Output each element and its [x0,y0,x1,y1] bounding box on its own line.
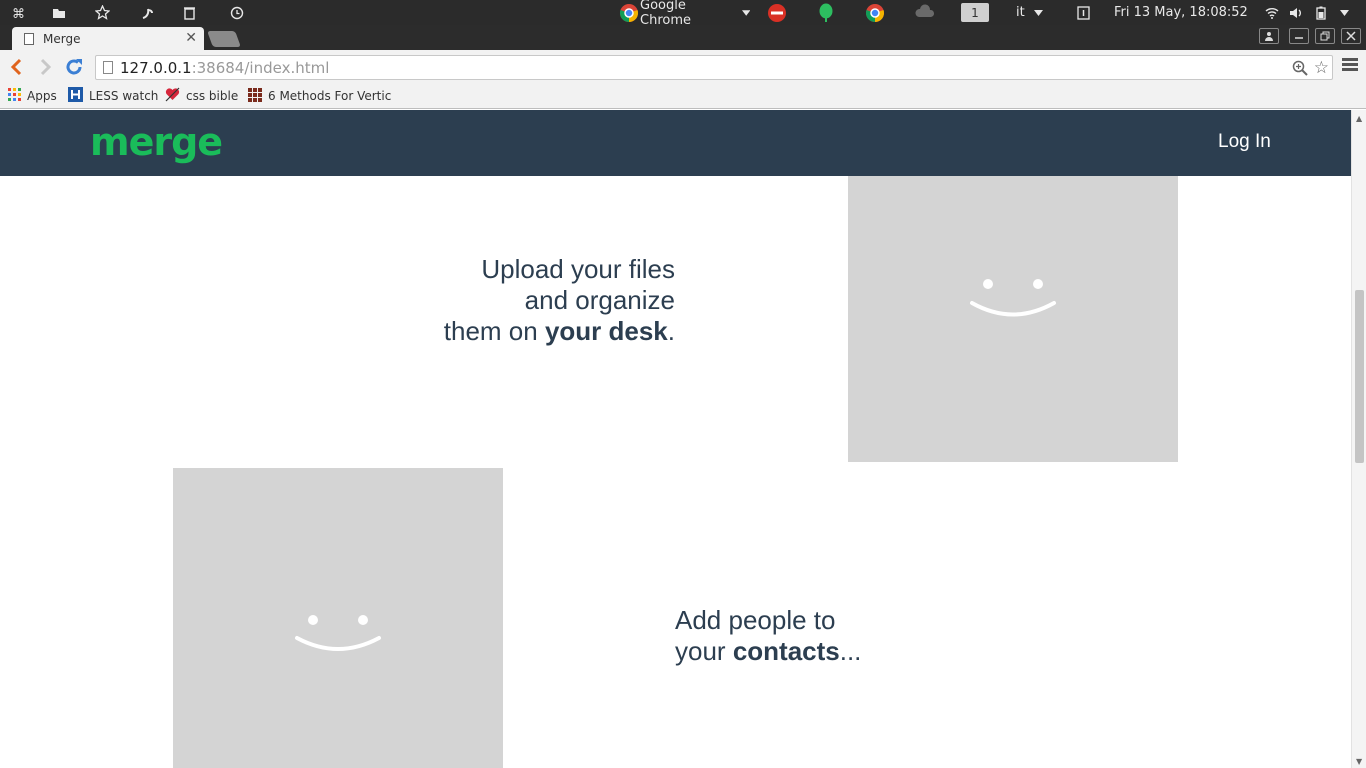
url-host: 127.0.0.1 [120,59,192,77]
site-logo[interactable]: merge [90,120,223,164]
active-app-menu[interactable]: Google Chrome [640,0,750,28]
active-app-label: Google Chrome [640,0,691,28]
chevron-down-icon [1033,9,1043,16]
battery-icon[interactable] [1314,3,1328,22]
star-icon[interactable] [94,3,110,22]
login-link[interactable]: Log In [1218,131,1271,153]
url-path: :38684/index.html [191,59,330,77]
url-text: 127.0.0.1:38684/index.html [120,59,329,77]
feature-emphasis: your desk [544,316,668,346]
os-top-panel: ⌘ Google Chrome 1 it Fri 13 May, 18:08:5… [0,0,1366,28]
feature-text-prefix: your [675,636,733,666]
volume-icon[interactable] [1288,3,1304,22]
image-placeholder [848,176,1178,462]
evernote-leaf-icon[interactable] [816,3,836,22]
workspace-indicator[interactable]: 1 [961,3,989,22]
scroll-up-icon[interactable]: ▲ [1356,114,1362,123]
chrome-menu-icon[interactable] [1342,58,1358,73]
bookmark-apps[interactable]: Apps [8,87,57,105]
command-icon[interactable]: ⌘ [10,3,26,22]
feature-line: them on your desk. [380,316,675,347]
vertical-scrollbar[interactable]: ▲ ▼ [1351,110,1366,768]
restore-icon[interactable] [1315,28,1335,44]
bookmark-label: Apps [27,89,57,103]
feature-upload-text: Upload your files and organize them on y… [380,254,675,347]
grid-favicon-icon [248,87,262,105]
new-tab-button[interactable] [207,31,241,47]
minimize-icon[interactable] [1289,28,1309,44]
site-header: merge Log In [0,110,1351,176]
chrome-logo-icon [618,3,640,22]
language-label: it [1016,5,1025,20]
feature-text-suffix: ... [839,636,862,666]
smiley-icon [295,615,381,651]
svg-text:⌘: ⌘ [12,7,25,20]
bookmark-label: css bible [186,89,239,103]
heart-icon [165,87,180,105]
chevron-down-icon [741,9,750,16]
bookmark-css-bible[interactable]: css bible [165,87,238,105]
feature-text-suffix: . [667,316,675,346]
bookmarks-bar: Apps LESS watch css bible 6 Methods For … [0,84,1366,109]
image-placeholder [173,468,503,768]
profile-icon[interactable] [1259,28,1279,44]
feature-emphasis: contacts [732,636,840,666]
page-favicon-icon [24,32,34,45]
system-menu-chevron-icon[interactable] [1338,3,1350,22]
smiley-icon [970,279,1056,317]
folder-icon[interactable] [51,3,67,22]
gnome-foot-icon[interactable] [139,3,155,22]
feature-text-prefix: them on [443,316,545,346]
notes-icon[interactable] [1075,3,1091,22]
clock-icon[interactable] [229,3,245,22]
cloud-sync-icon[interactable] [913,3,937,22]
address-bar[interactable]: 127.0.0.1:38684/index.html ☆ [95,55,1333,80]
bookmark-vertical-methods[interactable]: 6 Methods For Vertic [248,87,391,105]
keyboard-layout-menu[interactable]: it [1016,3,1048,22]
feature-line: Add people to [675,605,836,635]
forward-arrow-icon[interactable] [36,57,56,77]
chrome-tray-icon[interactable] [864,3,886,22]
no-entry-icon[interactable] [766,3,788,22]
trash-icon[interactable] [181,3,197,22]
wifi-icon[interactable] [1264,3,1280,22]
feature-line: your contacts... [675,636,1035,667]
feature-line: Upload your files [481,254,675,284]
feature-contacts-text: Add people to your contacts... [675,605,1035,667]
back-arrow-icon[interactable] [6,57,26,77]
browser-tabstrip: Merge ✕ [0,25,1366,50]
apps-grid-icon [8,88,21,104]
scrollbar-thumb[interactable] [1355,290,1364,463]
reload-icon[interactable] [64,57,84,77]
clock-label[interactable]: Fri 13 May, 18:08:52 [1114,3,1248,22]
h-logo-icon [68,87,83,105]
browser-tab-active[interactable]: Merge ✕ [12,27,204,50]
bookmark-star-icon[interactable]: ☆ [1314,58,1329,78]
window-close-icon[interactable] [1341,28,1361,44]
tab-title: Merge [43,31,81,46]
bookmark-label: 6 Methods For Vertic [268,89,392,103]
page-icon [103,61,113,74]
feature-line: and organize [524,285,675,315]
tab-close-icon[interactable]: ✕ [185,30,197,46]
zoom-icon[interactable] [1292,60,1308,80]
page-viewport: merge Log In Upload your files and organ… [0,110,1351,768]
scroll-down-icon[interactable]: ▼ [1356,757,1362,766]
bookmark-label: LESS watch [89,89,159,103]
bookmark-less-watch[interactable]: LESS watch [68,87,158,105]
